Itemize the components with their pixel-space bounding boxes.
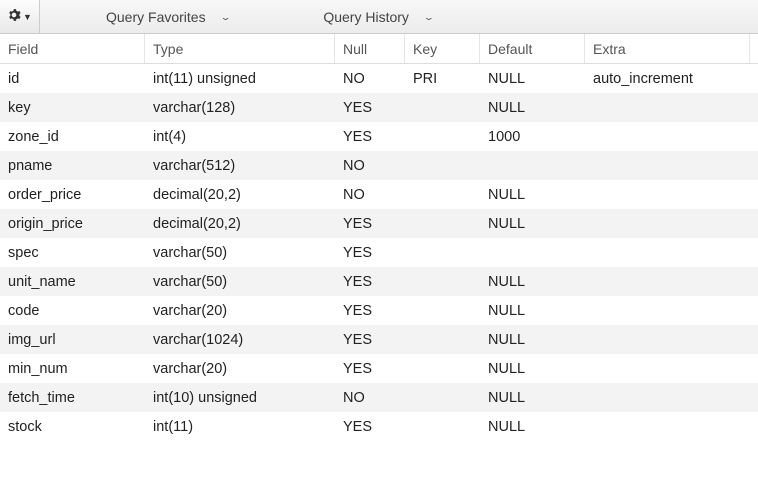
query-history-dropdown[interactable]: Query History ⌄	[307, 0, 450, 33]
cell-type: decimal(20,2)	[145, 216, 335, 232]
cell-null: YES	[335, 361, 405, 377]
cell-default: NULL	[480, 216, 585, 232]
cell-default: NULL	[480, 390, 585, 406]
table-row[interactable]: keyvarchar(128)YES NULL	[0, 93, 758, 122]
cell-type: varchar(1024)	[145, 332, 335, 348]
cell-null: NO	[335, 390, 405, 406]
cell-default: NULL	[480, 419, 585, 435]
table-row[interactable]: codevarchar(20)YES NULL	[0, 296, 758, 325]
table-row[interactable]: origin_pricedecimal(20,2)YES NULL	[0, 209, 758, 238]
toolbar: ▼ Query Favorites ⌄ Query History ⌄	[0, 0, 758, 34]
column-header-extra[interactable]: Extra	[585, 34, 750, 63]
column-header-field[interactable]: Field	[0, 34, 145, 63]
cell-null: NO	[335, 71, 405, 87]
cell-default: NULL	[480, 332, 585, 348]
cell-field: stock	[0, 419, 145, 435]
cell-default: NULL	[480, 361, 585, 377]
cell-type: varchar(50)	[145, 274, 335, 290]
cell-field: spec	[0, 245, 145, 261]
chevron-down-icon: ⌄	[220, 12, 232, 20]
column-header-null[interactable]: Null	[335, 34, 405, 63]
cell-field: fetch_time	[0, 390, 145, 406]
table-row[interactable]: zone_idint(4)YES 1000	[0, 122, 758, 151]
cell-type: varchar(512)	[145, 158, 335, 174]
cell-field: zone_id	[0, 129, 145, 145]
query-history-label: Query History	[323, 9, 409, 25]
query-favorites-label: Query Favorites	[106, 9, 206, 25]
table-row[interactable]: img_urlvarchar(1024)YES NULL	[0, 325, 758, 354]
cell-field: pname	[0, 158, 145, 174]
cell-null: NO	[335, 187, 405, 203]
cell-type: decimal(20,2)	[145, 187, 335, 203]
cell-type: varchar(20)	[145, 361, 335, 377]
cell-field: origin_price	[0, 216, 145, 232]
cell-field: code	[0, 303, 145, 319]
cell-field: min_num	[0, 361, 145, 377]
cell-default: NULL	[480, 100, 585, 116]
column-header-type[interactable]: Type	[145, 34, 335, 63]
gear-icon	[7, 8, 21, 25]
cell-field: img_url	[0, 332, 145, 348]
toolbar-spacer	[247, 0, 307, 33]
cell-null: YES	[335, 100, 405, 116]
cell-default: NULL	[480, 274, 585, 290]
cell-type: int(4)	[145, 129, 335, 145]
cell-field: unit_name	[0, 274, 145, 290]
table-row[interactable]: specvarchar(50)YES	[0, 238, 758, 267]
table-header-row: Field Type Null Key Default Extra	[0, 34, 758, 64]
cell-field: id	[0, 71, 145, 87]
table-body: idint(11) unsignedNOPRINULLauto_incremen…	[0, 64, 758, 441]
cell-null: YES	[335, 274, 405, 290]
cell-type: int(11)	[145, 419, 335, 435]
caret-down-icon: ▼	[23, 12, 32, 22]
cell-null: YES	[335, 419, 405, 435]
cell-default: 1000	[480, 129, 585, 145]
toolbar-spacer	[40, 0, 90, 33]
cell-null: YES	[335, 303, 405, 319]
cell-field: key	[0, 100, 145, 116]
table-row[interactable]: stockint(11)YES NULL	[0, 412, 758, 441]
column-header-default[interactable]: Default	[480, 34, 585, 63]
cell-null: YES	[335, 216, 405, 232]
cell-type: int(11) unsigned	[145, 71, 335, 87]
cell-null: YES	[335, 129, 405, 145]
cell-default: NULL	[480, 303, 585, 319]
chevron-down-icon: ⌄	[423, 12, 435, 20]
cell-null: YES	[335, 332, 405, 348]
schema-table: Field Type Null Key Default Extra idint(…	[0, 34, 758, 441]
column-header-key[interactable]: Key	[405, 34, 480, 63]
cell-extra: auto_increment	[585, 71, 750, 87]
cell-field: order_price	[0, 187, 145, 203]
cell-type: varchar(20)	[145, 303, 335, 319]
table-row[interactable]: idint(11) unsignedNOPRINULLauto_incremen…	[0, 64, 758, 93]
table-row[interactable]: fetch_timeint(10) unsignedNO NULL	[0, 383, 758, 412]
table-row[interactable]: unit_namevarchar(50)YES NULL	[0, 267, 758, 296]
cell-default: NULL	[480, 71, 585, 87]
cell-type: varchar(50)	[145, 245, 335, 261]
table-row[interactable]: pnamevarchar(512)NO	[0, 151, 758, 180]
cell-key: PRI	[405, 71, 480, 87]
cell-null: NO	[335, 158, 405, 174]
query-favorites-dropdown[interactable]: Query Favorites ⌄	[90, 0, 247, 33]
cell-null: YES	[335, 245, 405, 261]
cell-type: varchar(128)	[145, 100, 335, 116]
settings-menu-button[interactable]: ▼	[0, 0, 40, 33]
table-row[interactable]: order_pricedecimal(20,2)NO NULL	[0, 180, 758, 209]
table-row[interactable]: min_numvarchar(20)YES NULL	[0, 354, 758, 383]
cell-type: int(10) unsigned	[145, 390, 335, 406]
cell-default: NULL	[480, 187, 585, 203]
